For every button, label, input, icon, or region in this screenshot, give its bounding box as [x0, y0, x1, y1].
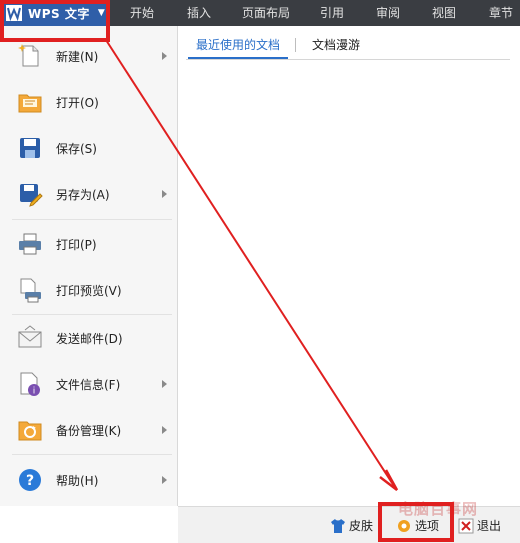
menu-item-label: 打印(P) [56, 237, 97, 252]
skin-label: 皮肤 [349, 519, 374, 533]
file-info-icon: i [20, 372, 40, 397]
menu-item-print[interactable]: 打印(P) [0, 222, 177, 266]
wps-menu-button[interactable]: WPS 文字 ▼ [0, 0, 108, 26]
submenu-arrow-icon [162, 190, 167, 198]
menu-divider [12, 454, 172, 455]
open-folder-icon [18, 94, 42, 113]
menu-item-file-info[interactable]: i 文件信息(F) [0, 362, 177, 406]
shirt-icon [331, 518, 345, 533]
menu-divider [12, 314, 172, 315]
mail-icon [18, 325, 42, 348]
menu-item-label: 发送邮件(D) [56, 331, 123, 346]
close-icon [458, 518, 474, 533]
save-as-icon [20, 184, 43, 207]
menu-item-label: 打印预览(V) [56, 283, 122, 298]
menu-item-open[interactable]: 打开(O) [0, 80, 177, 124]
svg-text:i: i [33, 387, 36, 397]
backup-icon [18, 421, 42, 441]
bottom-bar: 皮肤 选项 退出 [178, 506, 520, 543]
tab-document-roaming[interactable]: 文档漫游 [312, 36, 360, 53]
menu-item-label: 文件信息(F) [56, 377, 121, 392]
tab-recent-documents[interactable]: 最近使用的文档 [196, 36, 280, 53]
menu-divider [12, 219, 172, 220]
exit-label: 退出 [477, 519, 502, 533]
chevron-down-icon: ▼ [97, 8, 105, 18]
skin-button[interactable]: 皮肤 [330, 517, 373, 534]
gear-icon [398, 519, 410, 532]
wps-logo-icon [6, 5, 22, 21]
tab-chapter[interactable]: 章节 [489, 0, 513, 26]
tab-view[interactable]: 视图 [432, 0, 456, 26]
ribbon-bar: WPS 文字 ▼ 开始 插入 页面布局 引用 审阅 视图 章节 [0, 0, 520, 26]
menu-item-new[interactable]: 新建(N) [0, 34, 177, 78]
svg-text:?: ? [26, 473, 34, 489]
menu-item-label: 保存(S) [56, 141, 97, 156]
menu-item-save[interactable]: 保存(S) [0, 126, 177, 170]
printer-icon [19, 233, 41, 255]
exit-button[interactable]: 退出 [458, 517, 501, 534]
tab-insert[interactable]: 插入 [187, 0, 211, 26]
tab-references[interactable]: 引用 [320, 0, 344, 26]
submenu-arrow-icon [162, 380, 167, 388]
print-preview-icon [20, 278, 41, 303]
document-tabs: 最近使用的文档 文档漫游 [178, 26, 520, 62]
submenu-arrow-icon [162, 476, 167, 484]
tabs-border [186, 59, 510, 60]
options-label: 选项 [415, 519, 440, 533]
submenu-arrow-icon [162, 52, 167, 60]
app-title: WPS 文字 [28, 6, 90, 21]
file-menu: 新建(N) 打开(O) 保存(S) 另存为(A) 打印(P) 打印预览(V) 发… [0, 26, 178, 506]
menu-item-label: 帮助(H) [56, 473, 99, 488]
menu-item-save-as[interactable]: 另存为(A) [0, 172, 177, 216]
recent-documents-list [186, 64, 510, 494]
menu-item-label: 打开(O) [56, 95, 99, 110]
submenu-arrow-icon [162, 426, 167, 434]
tab-review[interactable]: 审阅 [376, 0, 400, 26]
tab-page-layout[interactable]: 页面布局 [242, 0, 290, 26]
help-icon: ? [19, 469, 41, 491]
new-document-icon [18, 44, 39, 67]
menu-item-backup[interactable]: 备份管理(K) [0, 408, 177, 452]
menu-item-help[interactable]: ? 帮助(H) [0, 458, 177, 502]
options-button[interactable]: 选项 [396, 517, 439, 534]
menu-item-label: 新建(N) [56, 49, 99, 64]
menu-item-send-mail[interactable]: 发送邮件(D) [0, 316, 177, 360]
menu-item-label: 另存为(A) [56, 187, 110, 202]
menu-item-print-preview[interactable]: 打印预览(V) [0, 268, 177, 312]
tab-home[interactable]: 开始 [130, 0, 154, 26]
tab-divider [295, 38, 296, 52]
menu-item-label: 备份管理(K) [56, 423, 122, 438]
save-icon [20, 138, 40, 158]
